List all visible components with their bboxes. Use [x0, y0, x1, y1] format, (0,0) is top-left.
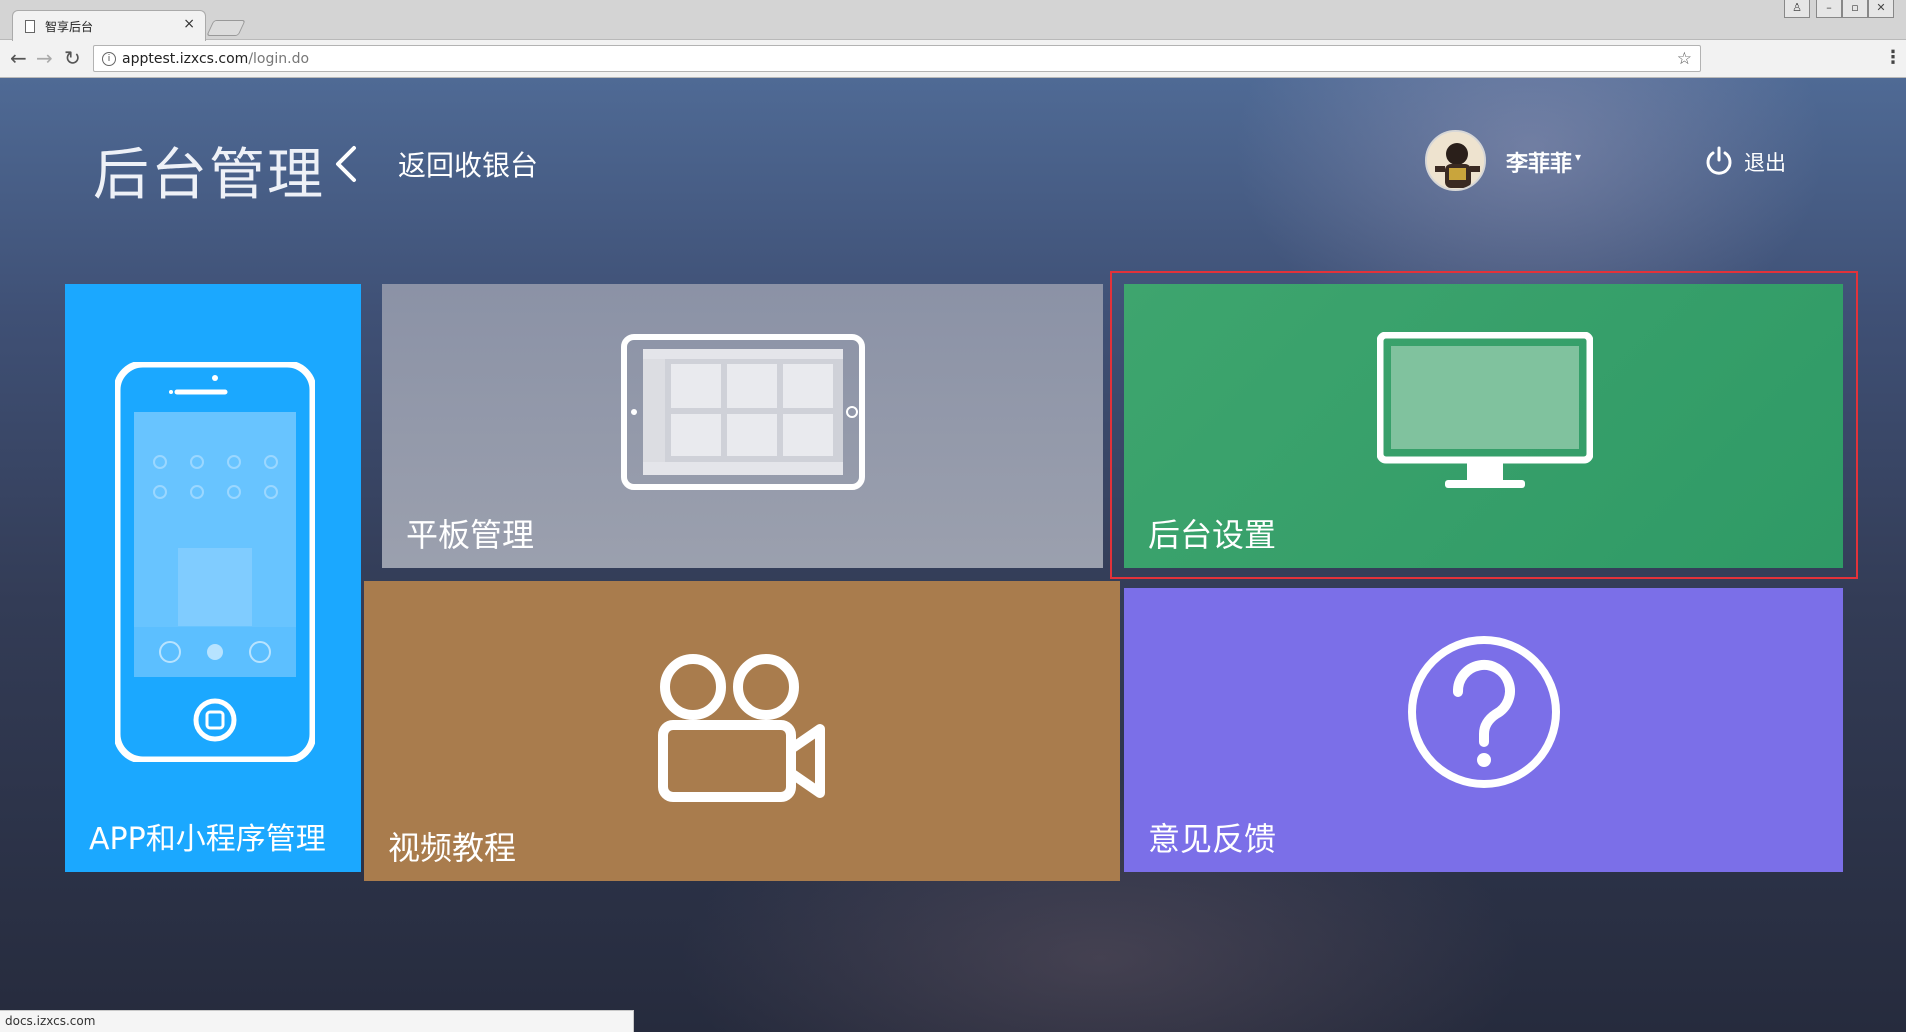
tile-label: 后台设置 — [1148, 516, 1277, 554]
reload-icon[interactable]: ↻ — [64, 48, 81, 68]
back-arrow-icon[interactable]: ← — [10, 48, 27, 68]
browser-tab[interactable]: 智享后台 × — [12, 10, 206, 41]
profile-icon[interactable]: ♙ — [1784, 0, 1810, 18]
minimize-icon[interactable]: – — [1816, 0, 1842, 18]
tablet-icon — [621, 334, 865, 490]
page-title: 后台管理 — [93, 143, 325, 208]
phone-icon — [115, 362, 315, 762]
tile-label: 平板管理 — [406, 516, 535, 554]
tile-app-management[interactable]: APP和小程序管理 — [65, 284, 361, 872]
tile-label: 意见反馈 — [1148, 820, 1277, 858]
tile-video-tutorials[interactable]: 视频教程 — [364, 581, 1120, 881]
back-to-cashier-link[interactable]: 返回收银台 — [398, 144, 538, 184]
logout-button[interactable]: 退出 — [1744, 147, 1786, 177]
tile-backend-settings[interactable]: 后台设置 — [1124, 284, 1843, 568]
user-name[interactable]: 李菲菲 — [1506, 146, 1572, 178]
url-bar[interactable]: i apptest.izxcs.com/login.do ☆ — [93, 45, 1701, 72]
tile-tablet-management[interactable]: 平板管理 — [382, 284, 1103, 568]
close-icon[interactable]: × — [183, 16, 195, 32]
page-background: 后台管理 返回收银台 李菲菲 ▾ 退出 APP和小程序管理 平板管理 视频教程 … — [0, 78, 1906, 1032]
url-text[interactable]: apptest.izxcs.com/login.do — [122, 51, 309, 67]
forward-arrow-icon[interactable]: → — [36, 48, 53, 68]
power-icon[interactable] — [1704, 146, 1734, 176]
caret-down-icon[interactable]: ▾ — [1575, 150, 1581, 164]
chevron-left-icon[interactable] — [330, 144, 362, 184]
browser-menu-icon[interactable]: ⋮ — [1884, 49, 1902, 67]
avatar[interactable] — [1425, 130, 1486, 191]
browser-chrome: 智享后台 × ♙ – ▫ ✕ ← → ↻ i apptest.izxcs.com… — [0, 0, 1906, 78]
video-camera-icon — [658, 654, 825, 802]
maximize-icon[interactable]: ▫ — [1842, 0, 1868, 18]
tile-label: 视频教程 — [388, 829, 517, 867]
tile-label: APP和小程序管理 — [89, 822, 326, 857]
bookmark-star-icon[interactable]: ☆ — [1677, 49, 1692, 69]
monitor-icon — [1377, 332, 1593, 488]
document-icon — [25, 20, 35, 33]
window-close-icon[interactable]: ✕ — [1868, 0, 1894, 18]
tab-title: 智享后台 — [45, 20, 94, 34]
user-photo — [1427, 132, 1484, 189]
status-bar: docs.izxcs.com — [0, 1010, 634, 1032]
tab-strip: 智享后台 × ♙ – ▫ ✕ — [0, 0, 1906, 41]
tile-feedback[interactable]: 意见反馈 — [1124, 588, 1843, 872]
question-circle-icon — [1408, 636, 1560, 788]
info-icon[interactable]: i — [102, 52, 116, 66]
new-tab-button[interactable] — [206, 20, 246, 36]
